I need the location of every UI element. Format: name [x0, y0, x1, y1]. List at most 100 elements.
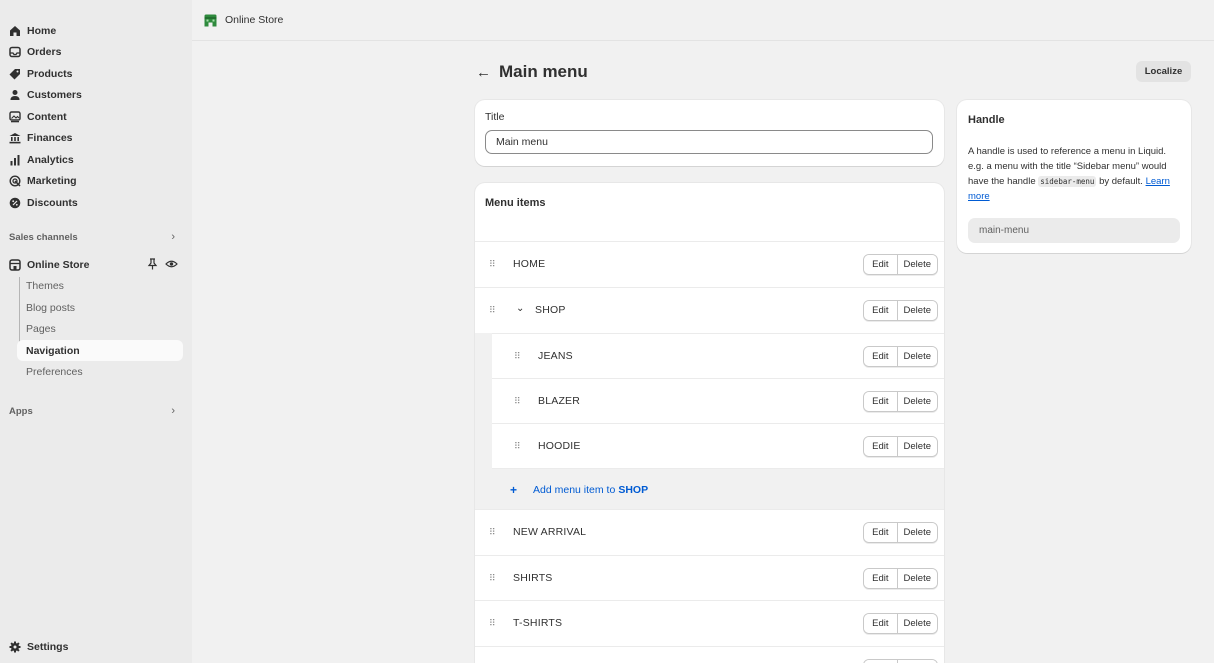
sidebar-item-content[interactable]: Content [9, 108, 187, 126]
menu-item-row[interactable]: Edit Delete [475, 646, 944, 663]
sidebar-subitem-pages[interactable]: Pages [26, 320, 182, 338]
drag-handle-icon[interactable]: ⠿ [489, 305, 497, 315]
row-actions: Edit Delete [863, 568, 938, 589]
edit-button[interactable]: Edit [864, 569, 897, 588]
add-menu-item-link[interactable]: + Add menu item to SHOP [510, 483, 648, 497]
chevron-right-icon: › [171, 405, 175, 417]
menu-item-row[interactable]: ⠿ T-SHIRTS Edit Delete [475, 600, 944, 646]
sidebar-item-label: Content [27, 111, 67, 123]
sidebar-item-orders[interactable]: Orders [9, 43, 187, 61]
delete-button[interactable]: Delete [896, 569, 937, 588]
delete-button[interactable]: Delete [896, 301, 937, 320]
edit-button[interactable]: Edit [864, 523, 897, 542]
sidebar-subitem-label: Blog posts [26, 302, 76, 314]
menu-items-title: Menu items [485, 197, 546, 209]
tag-icon [8, 67, 22, 81]
sidebar-item-home[interactable]: Home [10, 22, 187, 40]
edit-button[interactable]: Edit [864, 347, 897, 366]
sidebar-subitem-preferences[interactable]: Preferences [26, 363, 182, 381]
menu-item-label: T-SHIRTS [513, 617, 563, 629]
row-actions: Edit Delete [863, 522, 938, 543]
delete-button[interactable]: Delete [896, 347, 937, 366]
sidebar-item-settings[interactable]: Settings [9, 638, 69, 656]
menu-item-label: HOME [513, 258, 546, 270]
sidebar-item-label: Finances [27, 132, 73, 144]
person-icon [8, 88, 22, 102]
sidebar-subitem-themes[interactable]: Themes [26, 277, 182, 295]
title-card: Title Main menu [475, 100, 944, 166]
edit-button[interactable]: Edit [864, 614, 897, 633]
delete-button[interactable]: Delete [896, 523, 937, 542]
online-store-icon [204, 14, 217, 26]
menu-item-label: JEANS [538, 350, 573, 362]
drag-handle-icon[interactable]: ⠿ [489, 527, 497, 537]
drag-handle-icon[interactable]: ⠿ [514, 441, 522, 451]
sales-channels-label: Sales channels [9, 231, 78, 243]
delete-button[interactable]: Delete [896, 392, 937, 411]
sidebar-subitem-navigation[interactable]: Navigation [26, 342, 182, 360]
row-actions: Edit Delete [863, 436, 938, 457]
nested-indent [475, 333, 492, 509]
delete-button[interactable]: Delete [896, 255, 937, 274]
pin-icon[interactable] [147, 258, 158, 273]
menu-item-row[interactable]: ⠿ BLAZER Edit Delete [492, 378, 944, 424]
drag-handle-icon[interactable]: ⠿ [489, 573, 497, 583]
delete-button[interactable]: Delete [896, 437, 937, 456]
sidebar-item-finances[interactable]: Finances [9, 129, 187, 147]
handle-description: A handle is used to reference a menu in … [968, 144, 1182, 204]
drag-handle-icon[interactable]: ⠿ [514, 396, 522, 406]
sidebar-item-customers[interactable]: Customers [10, 86, 187, 104]
sidebar-item-marketing[interactable]: Marketing [9, 172, 187, 190]
edit-button[interactable]: Edit [864, 392, 897, 411]
sales-channels-header[interactable]: Sales channels › [9, 228, 179, 246]
sidebar-item-analytics[interactable]: Analytics [10, 151, 187, 169]
sidebar-subitem-label: Pages [26, 323, 56, 335]
menu-item-row[interactable]: ⠿ JEANS Edit Delete [492, 333, 944, 379]
sidebar-item-online-store[interactable]: Online Store [9, 256, 187, 274]
row-actions: Edit Delete [863, 254, 938, 275]
menu-item-row[interactable]: ⠿ SHIRTS Edit Delete [475, 555, 944, 601]
eye-icon[interactable] [165, 258, 178, 273]
add-menu-item-row: + Add menu item to SHOP [492, 468, 944, 509]
sidebar-subitem-blog-posts[interactable]: Blog posts [26, 299, 182, 317]
menu-item-row[interactable]: ⠿ ⌄ SHOP Edit Delete [475, 287, 944, 333]
edit-button[interactable]: Edit [864, 301, 897, 320]
sidebar-item-label: Analytics [27, 154, 74, 166]
sidebar-item-label: Orders [27, 46, 62, 58]
sidebar-item-label: Settings [27, 641, 69, 653]
edit-button[interactable]: Edit [864, 255, 897, 274]
sidebar-subitem-label: Themes [26, 280, 64, 292]
chevron-down-icon[interactable]: ⌄ [516, 303, 524, 314]
home-icon [8, 24, 22, 38]
drag-handle-icon[interactable]: ⠿ [489, 259, 497, 269]
delete-button[interactable]: Delete [896, 614, 937, 633]
sidebar-item-products[interactable]: Products [9, 65, 187, 83]
title-field-label: Title [485, 111, 505, 123]
title-input[interactable]: Main menu [485, 130, 933, 154]
back-arrow-icon[interactable]: ← [476, 64, 491, 81]
storefront-icon [8, 258, 22, 272]
sidebar-subitem-label: Navigation [26, 345, 80, 357]
row-actions: Edit Delete [863, 391, 938, 412]
row-actions: Edit Delete [863, 300, 938, 321]
menu-item-row[interactable]: ⠿ HOODIE Edit Delete [492, 423, 944, 469]
drag-handle-icon[interactable]: ⠿ [514, 351, 522, 361]
topbar: Online Store [192, 0, 1214, 41]
sidebar-item-label: Online Store [27, 259, 90, 271]
sidebar-item-label: Marketing [27, 175, 77, 187]
apps-label: Apps [9, 405, 33, 417]
topbar-title[interactable]: Online Store [225, 14, 283, 26]
drag-handle-icon[interactable]: ⠿ [489, 618, 497, 628]
menu-item-label: SHOP [535, 304, 566, 316]
edit-button[interactable]: Edit [864, 437, 897, 456]
sidebar-item-discounts[interactable]: Discounts [9, 194, 187, 212]
menu-item-row[interactable]: ⠿ HOME Edit Delete [475, 241, 944, 287]
handle-input[interactable]: main-menu [968, 218, 1180, 243]
discount-icon [8, 196, 22, 210]
plus-icon: + [510, 483, 518, 497]
apps-header[interactable]: Apps › [9, 402, 179, 420]
menu-item-row[interactable]: ⠿ NEW ARRIVAL Edit Delete [475, 509, 944, 555]
localize-button[interactable]: Localize [1136, 61, 1191, 82]
gear-icon [8, 640, 22, 654]
sidebar-item-label: Discounts [27, 197, 78, 209]
